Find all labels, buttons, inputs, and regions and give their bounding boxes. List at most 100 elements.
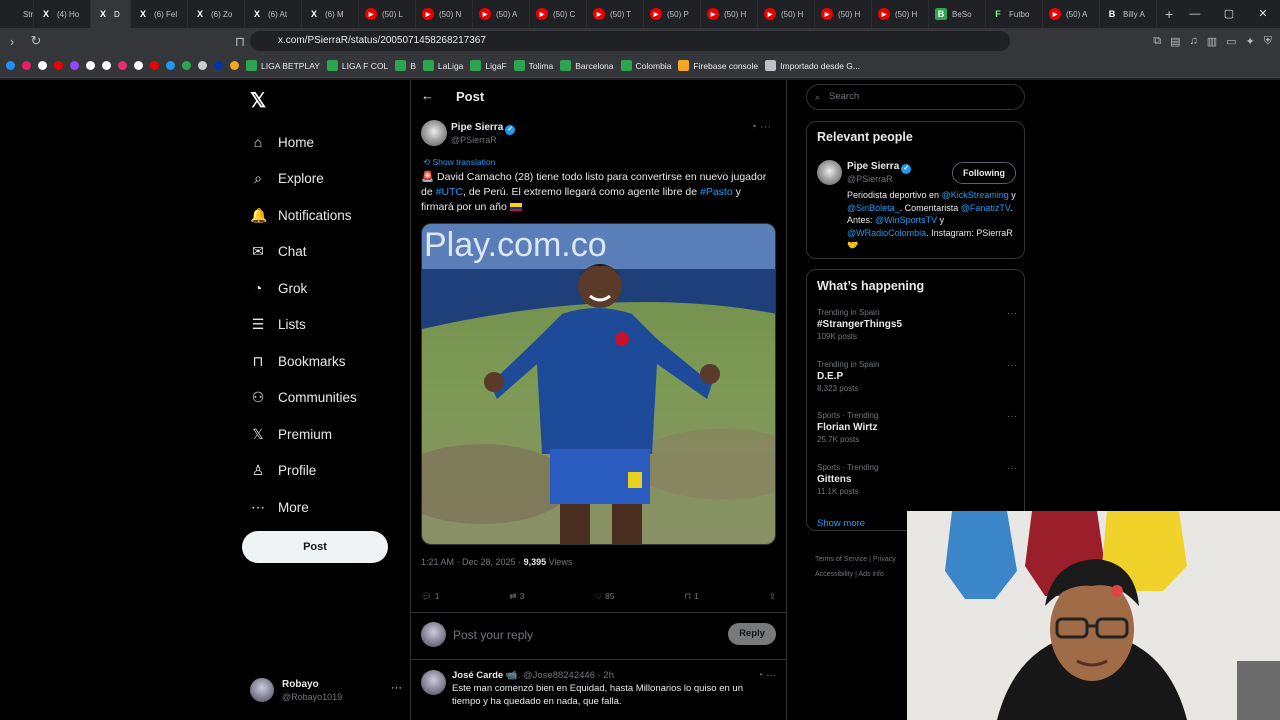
bookmark-favicon-icon[interactable]	[54, 61, 63, 70]
music-icon[interactable]: ♫	[1189, 35, 1197, 47]
bookmark-favicon-icon[interactable]	[230, 61, 239, 70]
browser-tab[interactable]: ▶ (50) A	[473, 0, 530, 28]
bookmark-item[interactable]: Importado desde G...	[765, 60, 860, 71]
reply-action[interactable]: 💬︎ 1	[421, 588, 440, 604]
browser-tab[interactable]: ▶ (50) N	[416, 0, 473, 28]
repost-action[interactable]: ⇄ 3	[510, 588, 525, 604]
author-handle[interactable]: @PSierraR	[451, 135, 497, 145]
bookmark-favicon-icon[interactable]	[182, 61, 191, 70]
nav-item-profile[interactable]: ♙ Profile	[250, 453, 357, 490]
browser-tab[interactable]: ▶ (50) P	[644, 0, 701, 28]
nav-item-more[interactable]: ⋯ More	[250, 489, 357, 526]
browser-tab[interactable]: ▶ (50) H	[701, 0, 758, 28]
post-photo[interactable]: Play.com.co	[421, 223, 776, 545]
show-translation-link[interactable]: ⟲ Show translation	[423, 157, 495, 168]
bookmark-item[interactable]: Barcelona	[560, 60, 614, 71]
minimize-icon[interactable]: —	[1178, 0, 1212, 28]
sidepanel-icon[interactable]: ▤	[1170, 35, 1180, 48]
trend-more-icon[interactable]: ···	[1007, 463, 1017, 474]
reading-icon[interactable]: ▥	[1207, 35, 1217, 48]
reload-icon[interactable]: ↻	[24, 33, 48, 49]
browser-tab[interactable]: X (6) Zo	[188, 0, 245, 28]
bio-link[interactable]: @SinBoleta_	[847, 203, 900, 213]
maximize-icon[interactable]: ▢	[1212, 0, 1246, 28]
browser-tab[interactable]: B BeSo	[929, 0, 986, 28]
like-action[interactable]: ♡ 85	[594, 588, 614, 604]
comment-author[interactable]: José Carde 📹. @Jose88242446 · 2h	[452, 670, 614, 681]
nav-item-notifications[interactable]: 🔔 Notifications	[250, 197, 357, 234]
trend-more-icon[interactable]: ···	[1007, 411, 1017, 422]
browser-tab[interactable]: ▶ (50) H	[758, 0, 815, 28]
bookmark-item[interactable]: LIGA F COL	[326, 60, 388, 71]
browser-tab[interactable]: XD	[91, 0, 131, 28]
search-input[interactable]: ⌕ Search	[806, 84, 1025, 110]
nav-item-lists[interactable]: ☰ Lists	[250, 307, 357, 344]
bio-link[interactable]: @KickStreaming	[942, 190, 1009, 200]
bookmark-favicon-icon[interactable]	[102, 61, 111, 70]
nav-item-explore[interactable]: ⌕ Explore	[250, 161, 357, 198]
nav-item-chat[interactable]: ✉ Chat	[250, 234, 357, 271]
hashtag-utc[interactable]: #UTC	[436, 186, 463, 198]
nav-item-bookmarks[interactable]: ⊓ Bookmarks	[250, 343, 357, 380]
browser-tab[interactable]: F Futbo	[986, 0, 1043, 28]
trend-more-icon[interactable]: ···	[1007, 308, 1017, 319]
bookmark-action[interactable]: ⊓ 1	[684, 588, 698, 604]
back-arrow-icon[interactable]: ←	[421, 88, 434, 103]
bookmark-favicon-icon[interactable]	[198, 61, 207, 70]
bookmark-favicon-icon[interactable]	[86, 61, 95, 70]
hashtag-pasto[interactable]: #Pasto	[700, 186, 733, 198]
close-icon[interactable]: ✕	[1246, 0, 1280, 28]
comment-avatar[interactable]	[421, 670, 446, 695]
trend-item[interactable]: Trending in Spain #StrangerThings5 109K po…	[817, 308, 1017, 348]
post-options[interactable]: ◔ ···	[750, 121, 771, 133]
browser-tab[interactable]: X (6) Fel	[131, 0, 188, 28]
browser-tab[interactable]: ▶ (50) T	[587, 0, 644, 28]
account-switcher[interactable]: Robayo @Robayo1019 ···	[250, 678, 402, 706]
nav-item-grok[interactable]: ◔ Grok	[250, 270, 357, 307]
bio-link[interactable]: @WRadioColombia	[847, 228, 926, 238]
bio-link[interactable]: @WinSportsTV	[875, 215, 937, 225]
bookmark-item[interactable]: LIGA BETPLAY	[246, 60, 320, 71]
comment[interactable]: José Carde 📹. @Jose88242446 · 2h ◔ ··· E…	[411, 662, 786, 720]
browser-tab[interactable]: ▶ (50) H	[815, 0, 872, 28]
browser-tab[interactable]: ▶ (50) H	[872, 0, 929, 28]
bookmark-favicon-icon[interactable]	[150, 61, 159, 70]
author-avatar[interactable]	[421, 120, 447, 146]
person-handle[interactable]: @PSierraR	[847, 174, 893, 184]
trend-item[interactable]: Trending in Spain D.E.P 8,323 posts ···	[817, 360, 1017, 400]
bookmark-favicon-icon[interactable]	[214, 61, 223, 70]
browser-tab[interactable]: X (4) Ho	[34, 0, 91, 28]
browser-tab[interactable]: X (6) At	[245, 0, 302, 28]
bookmark-item[interactable]: LaLiga	[422, 60, 463, 71]
extensions-icon[interactable]: ⧉	[1153, 35, 1161, 48]
browser-tab[interactable]: B Billy A	[1100, 0, 1157, 28]
show-more-link[interactable]: Show more	[817, 518, 865, 529]
browser-tab[interactable]: Strea	[0, 0, 34, 28]
trend-item[interactable]: Sports · Trending Gittens 11.1K posts ···	[817, 463, 1017, 503]
bookmark-favicon-icon[interactable]	[134, 61, 143, 70]
following-button[interactable]: Following	[952, 162, 1016, 184]
bookmark-favicon-icon[interactable]	[6, 61, 15, 70]
trend-more-icon[interactable]: ···	[1007, 360, 1017, 371]
x-logo-icon[interactable]: 𝕏	[250, 88, 266, 113]
bookmark-favicon-icon[interactable]	[166, 61, 175, 70]
bookmark-favicon-icon[interactable]	[22, 61, 31, 70]
person-avatar[interactable]	[817, 160, 842, 185]
address-bar[interactable]: x.com/PSierraR/status/200507145826821736…	[250, 31, 1010, 51]
bookmark-item[interactable]: B	[395, 60, 416, 71]
browser-tab[interactable]: ▶ (50) C	[530, 0, 587, 28]
browser-tab[interactable]: ▶ (50) A	[1043, 0, 1100, 28]
nav-item-premium[interactable]: 𝕏 Premium	[250, 416, 357, 453]
browser-tab[interactable]: ▶ (50) L	[359, 0, 416, 28]
nav-item-home[interactable]: ⌂ Home	[250, 124, 357, 161]
share-action[interactable]: ⇪	[769, 588, 776, 604]
bookmark-favicon-icon[interactable]	[118, 61, 127, 70]
bookmark-favicon-icon[interactable]	[38, 61, 47, 70]
bio-link[interactable]: @FanatizTV	[961, 203, 1010, 213]
person-name[interactable]: Pipe Sierra ✓	[847, 161, 912, 174]
wallet-icon[interactable]: ▭	[1226, 35, 1236, 48]
bookmark-favicon-icon[interactable]	[70, 61, 79, 70]
reply-input[interactable]: Post your reply	[453, 628, 533, 642]
reply-button[interactable]: Reply	[728, 623, 776, 645]
forward-icon[interactable]: ›	[0, 34, 24, 49]
